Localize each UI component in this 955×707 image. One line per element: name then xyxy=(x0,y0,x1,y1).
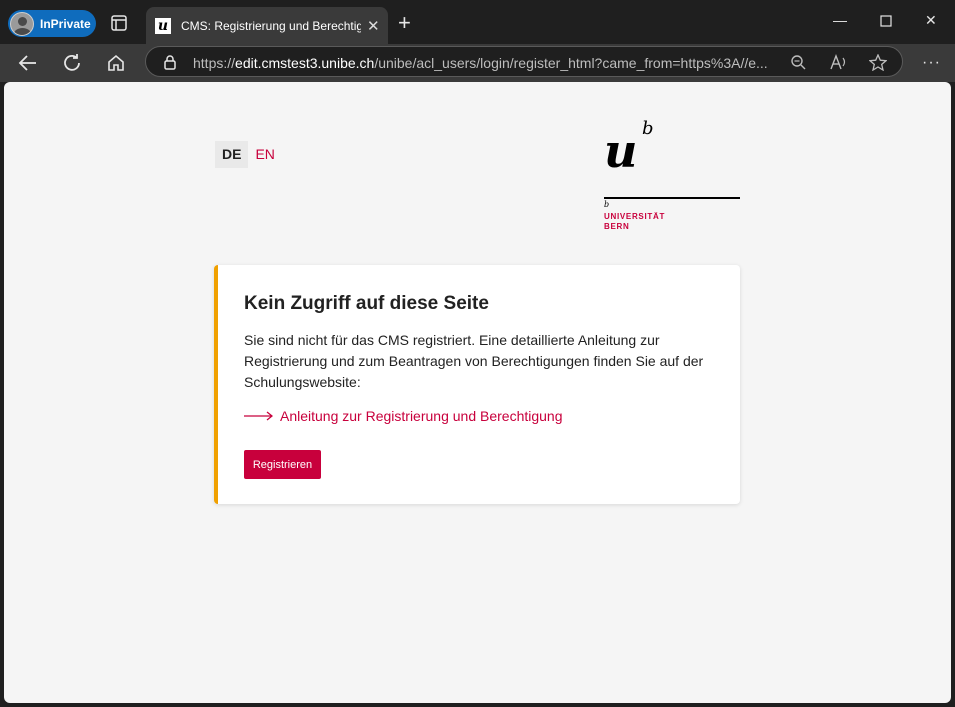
lang-en[interactable]: EN xyxy=(248,141,281,168)
logo-small-b: b xyxy=(604,200,610,209)
card-title: Kein Zugriff auf diese Seite xyxy=(244,293,489,314)
registration-guide-link[interactable]: Anleitung zur Registrierung und Berechti… xyxy=(244,408,563,424)
lock-icon[interactable] xyxy=(163,55,177,70)
read-aloud-icon[interactable] xyxy=(830,54,848,71)
no-access-card: Kein Zugriff auf diese Seite Sie sind ni… xyxy=(214,265,740,504)
logo-b: b xyxy=(642,118,654,139)
logo-name: UNIVERSITÄT BERN xyxy=(604,212,666,231)
inprivate-badge[interactable]: InPrivate xyxy=(8,10,96,37)
language-switcher: DE EN xyxy=(215,141,282,168)
tab-favicon: u xyxy=(155,17,171,34)
favorite-icon[interactable] xyxy=(869,54,887,71)
logo-u: u xyxy=(604,124,638,178)
new-tab-icon[interactable]: + xyxy=(398,12,411,34)
register-button[interactable]: Registrieren xyxy=(244,450,321,479)
tab-active[interactable]: u CMS: Registrierung und Berechtigung ✕ xyxy=(146,7,388,44)
home-icon[interactable] xyxy=(105,52,127,74)
maximize-icon[interactable] xyxy=(880,15,892,27)
tab-actions-icon[interactable] xyxy=(110,14,128,32)
inprivate-label: InPrivate xyxy=(40,16,91,31)
arrow-right-icon xyxy=(244,411,273,421)
title-bar: InPrivate u CMS: Registrierung und Berec… xyxy=(0,0,955,44)
address-bar[interactable]: https://edit.cmstest3.unibe.ch/unibe/acl… xyxy=(145,46,903,77)
card-body: Sie sind nicht für das CMS registriert. … xyxy=(244,332,704,390)
refresh-icon[interactable] xyxy=(61,52,83,74)
avatar-icon xyxy=(10,11,34,36)
url-text: https://edit.cmstest3.unibe.ch/unibe/acl… xyxy=(193,55,768,71)
link-label: Anleitung zur Registrierung und Berechti… xyxy=(280,408,563,424)
more-icon[interactable]: ··· xyxy=(922,54,941,72)
web-page: DE EN u b b UNIVERSITÄT BERN Kein Zugrif… xyxy=(4,82,951,703)
close-icon[interactable]: ✕ xyxy=(367,17,380,35)
back-icon[interactable] xyxy=(17,52,39,74)
tab-title: CMS: Registrierung und Berechtigung xyxy=(181,18,361,33)
logo-line xyxy=(604,197,740,199)
minimize-icon[interactable]: — xyxy=(833,12,847,28)
zoom-icon[interactable] xyxy=(790,54,807,71)
navigation-bar: https://edit.cmstest3.unibe.ch/unibe/acl… xyxy=(0,44,955,82)
lang-de[interactable]: DE xyxy=(215,141,249,168)
window-close-icon[interactable]: ✕ xyxy=(925,12,937,29)
